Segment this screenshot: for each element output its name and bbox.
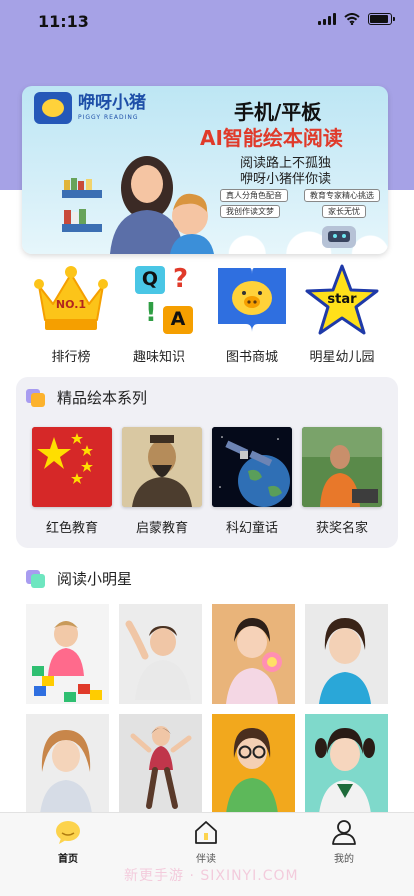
- picture-book-series-card: 精品绘本系列 红色教育 启蒙教育 科幻童话 获奖名家: [16, 377, 398, 548]
- tab-companion[interactable]: 伴读: [166, 819, 246, 865]
- house-icon: [193, 819, 219, 845]
- category-label: 明星幼儿园: [309, 350, 375, 365]
- tab-label: 伴读: [196, 854, 216, 865]
- series-label: 红色教育: [45, 521, 98, 536]
- signal-icon: [318, 13, 336, 25]
- confucius-portrait-thumb: [122, 427, 202, 507]
- watermark-text: 新更手游 · SIXINYI.COM: [124, 868, 299, 884]
- banner-subtitle-2: 咿呀小猪伴你读: [240, 172, 332, 187]
- tab-label: 首页: [58, 854, 78, 865]
- quiz-letter-question: ?: [173, 264, 189, 294]
- banner-tag: 教育专家精心挑选: [304, 189, 380, 202]
- wifi-icon: [344, 13, 360, 25]
- star-photo[interactable]: [305, 604, 388, 704]
- series-item-red-education[interactable]: 红色教育: [32, 427, 112, 536]
- section-badge-icon: [26, 388, 46, 407]
- series-title: 精品绘本系列: [57, 389, 148, 407]
- series-label: 启蒙教育: [135, 521, 188, 536]
- tab-label: 我的: [334, 854, 354, 865]
- series-label: 科幻童话: [225, 521, 278, 536]
- piggy-logo-icon: [34, 92, 72, 124]
- crown-badge-text: NO.1: [55, 298, 87, 311]
- china-flag-thumb: [32, 427, 112, 507]
- tab-mine[interactable]: 我的: [304, 819, 384, 865]
- banner-logo: 咿呀小猪 PIGGY READING: [34, 92, 146, 124]
- banner-logo-subtext: PIGGY READING: [78, 114, 139, 121]
- person-icon: [331, 819, 357, 845]
- tab-home[interactable]: 首页: [28, 819, 108, 865]
- banner-logo-text: 咿呀小猪: [78, 93, 146, 113]
- section-badge-icon: [26, 569, 46, 588]
- category-star-kindergarten[interactable]: star 明星幼儿园: [297, 264, 387, 365]
- star-badge-text: star: [327, 292, 357, 307]
- banner-tag: 家长无忧: [322, 205, 366, 218]
- promo-banner[interactable]: 咿呀小猪 PIGGY READING 手机/平板 AI智能绘本阅读 阅读路上不孤…: [22, 86, 388, 254]
- category-label: 排行榜: [51, 350, 91, 365]
- stars-header: 阅读小明星: [26, 568, 132, 589]
- crown-icon: NO.1: [33, 264, 109, 336]
- banner-tag: 真人分角色配音: [220, 189, 288, 202]
- robot-icon: [322, 226, 356, 248]
- category-row: NO.1 排行榜 Q ? ! A 趣味知识 图书商城 star 明星幼儿园: [0, 264, 414, 365]
- home-bubble-icon: [55, 819, 81, 845]
- series-header: 精品绘本系列: [26, 387, 147, 408]
- status-time: 11:13: [38, 12, 89, 31]
- series-item-award-authors[interactable]: 获奖名家: [302, 427, 382, 536]
- quiz-letter-exclaim: !: [145, 298, 157, 328]
- quiz-icon: Q ? ! A: [121, 264, 197, 336]
- battery-icon: [368, 13, 395, 25]
- status-bar: 11:13: [0, 0, 414, 44]
- stars-title: 阅读小明星: [57, 570, 133, 588]
- satellite-earth-thumb: [212, 427, 292, 507]
- star-photo[interactable]: [119, 604, 202, 704]
- author-photo-thumb: [302, 427, 382, 507]
- book-store-icon: [214, 264, 290, 336]
- star-photo[interactable]: [26, 604, 109, 704]
- quiz-letter-q: Q: [141, 268, 159, 290]
- mother-child-illustration: [62, 156, 214, 254]
- star-icon: star: [304, 264, 380, 336]
- category-label: 趣味知识: [132, 350, 185, 365]
- series-label: 获奖名家: [315, 521, 368, 536]
- banner-tag: 我创作读文梦: [220, 205, 280, 218]
- star-photo[interactable]: [26, 714, 109, 814]
- status-icons: [318, 13, 395, 25]
- category-fun-knowledge[interactable]: Q ? ! A 趣味知识: [114, 264, 204, 365]
- category-ranking[interactable]: NO.1 排行榜: [26, 264, 116, 365]
- star-photo[interactable]: [119, 714, 202, 814]
- star-photo[interactable]: [212, 604, 295, 704]
- star-photo[interactable]: [305, 714, 388, 814]
- star-photo[interactable]: [212, 714, 295, 814]
- category-bookstore[interactable]: 图书商城: [207, 264, 297, 365]
- category-label: 图书商城: [225, 350, 278, 365]
- banner-title-1: 手机/平板: [234, 100, 322, 124]
- banner-title-2: AI智能绘本阅读: [200, 126, 343, 150]
- quiz-letter-a: A: [170, 308, 186, 330]
- series-item-enlightenment[interactable]: 启蒙教育: [122, 427, 202, 536]
- series-item-scifi[interactable]: 科幻童话: [212, 427, 292, 536]
